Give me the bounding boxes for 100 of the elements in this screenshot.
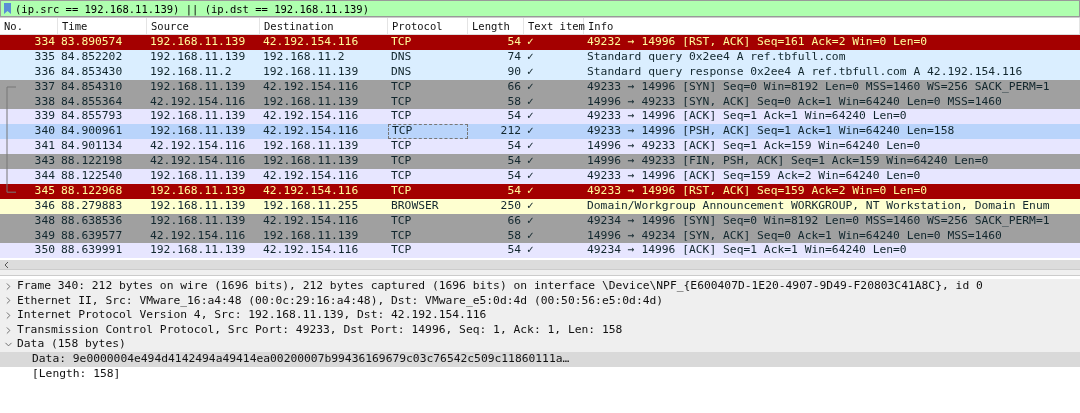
conversation-bracket-icon — [6, 86, 17, 193]
table-cell-text: 49233 → 14996 [RST, ACK] Seq=159 Ack=2 Win=0 Len=0 — [586, 183, 929, 199]
table-cell-text: 49233 → 14996 [ACK] Seq=1 Ack=1 Win=64240 Len=0 — [586, 109, 908, 125]
column-header[interactable]: Text item — [524, 18, 584, 34]
table-cell-text: 192.168.11.139 — [149, 198, 247, 214]
scroll-left-icon — [3, 260, 11, 269]
table-cell-text: 192.168.11.139 — [262, 154, 360, 170]
table-cell-text: ✓ — [526, 35, 535, 50]
table-cell-text: 84.853430 — [60, 64, 124, 80]
table-cell-text: 49233 → 14996 [ACK] Seq=159 Ack=2 Win=64240 Len=0 — [586, 169, 922, 184]
packet-row[interactable]: 340 84.900961 192.168.11.139 42.192.154.116 TCP 212 ✓ 49233 → 14996 [PSH, ACK] Seq=1 Ack=1 Win=64240 Len=158 — [0, 124, 1080, 140]
column-header[interactable]: Destination — [260, 18, 388, 34]
table-cell-text: ✓ — [526, 64, 535, 80]
table-cell-text: 192.168.11.139 — [262, 228, 360, 244]
table-cell-text: ✓ — [526, 198, 535, 214]
table-cell-text: Standard query 0x2ee4 A ref.tbfull.com — [586, 49, 847, 65]
table-cell-text: TCP — [390, 169, 413, 184]
table-cell-text: 343 — [33, 154, 56, 170]
table-cell-text: 88.122968 — [60, 183, 124, 199]
detail-tree-item[interactable]: Data (158 bytes) — [0, 337, 1080, 352]
table-cell-text: 192.168.11.255 — [262, 198, 360, 214]
table-cell-text: 192.168.11.139 — [149, 243, 247, 259]
table-cell-text: 66 — [506, 213, 522, 229]
table-cell-text: 14996 → 49233 [FIN, PSH, ACK] Seq=1 Ack=159 Win=64240 Len=0 — [586, 154, 990, 170]
table-cell-text: 42.192.154.116 — [262, 183, 360, 199]
column-header[interactable]: Source — [147, 18, 260, 34]
horizontal-scrollbar[interactable] — [0, 260, 1080, 269]
detail-tree-item[interactable]: Frame 340: 212 bytes on wire (1696 bits), 212 bytes captured (1696 bits) on interface \Device\NPF_{E600407D-1E20-4907-9D49-F20803C41A8C}, id 0 — [0, 279, 1080, 294]
table-cell-text: 348 — [33, 213, 56, 229]
table-cell-text: 54 — [506, 35, 522, 50]
pane-splitter[interactable] — [0, 269, 1080, 276]
table-cell-text: 346 — [33, 198, 56, 214]
table-cell-text: ✓ — [526, 94, 535, 110]
detail-tree-item[interactable]: Internet Protocol Version 4, Src: 192.168.11.139, Dst: 42.192.154.116 — [0, 308, 1080, 323]
table-cell-text: 83.890574 — [60, 35, 124, 50]
table-cell-text: 334 — [33, 35, 56, 50]
table-cell-text: BROWSER — [390, 198, 440, 214]
table-cell-text: DNS — [390, 49, 413, 65]
packet-row[interactable]: 339 84.855793 192.168.11.139 42.192.154.116 TCP 54 ✓ 49233 → 14996 [ACK] Seq=1 Ack=1 Win=64240 Len=0 — [0, 109, 1080, 125]
table-cell-text: TCP — [390, 228, 413, 244]
display-filter-field[interactable]: (ip.src == 192.168.11.139) || (ip.dst == 192.168.11.139) — [0, 0, 1080, 17]
table-cell-text: 74 — [506, 49, 522, 65]
table-cell-text: 66 — [506, 79, 522, 95]
table-cell-text: 250 — [499, 198, 522, 214]
table-cell-text: 192.168.11.2 — [149, 64, 233, 80]
table-cell-text: 88.122198 — [60, 154, 124, 170]
table-cell-text: TCP — [390, 154, 413, 170]
table-cell-text: 14996 → 49233 [ACK] Seq=1 Ack=159 Win=64240 Len=0 — [586, 139, 922, 155]
table-cell-text: ✓ — [526, 139, 535, 155]
table-cell-text: 49233 → 14996 [PSH, ACK] Seq=1 Ack=1 Win=64240 Len=158 — [586, 124, 956, 140]
table-cell-text: 42.192.154.116 — [149, 139, 247, 155]
table-cell-text: ✓ — [526, 169, 535, 184]
table-cell-text: 14996 → 49233 [SYN, ACK] Seq=0 Ack=1 Win=64240 Len=0 MSS=1460 — [586, 94, 1003, 110]
packet-row[interactable]: 334 83.890574 192.168.11.139 42.192.154.116 TCP 54 ✓ 49232 → 14996 [RST, ACK] Seq=161 Ack=2 Win=0 Len=0 — [0, 35, 1080, 50]
table-cell-text: 337 — [33, 79, 56, 95]
table-cell-text: 88.279883 — [60, 198, 124, 214]
table-cell-text: 192.168.11.2 — [262, 49, 346, 65]
table-cell-text: TCP — [390, 79, 413, 95]
table-cell-text: 341 — [33, 139, 56, 155]
table-cell-text: TCP — [390, 109, 413, 125]
table-cell-text: ✓ — [526, 183, 535, 199]
table-cell-text: 84.900961 — [60, 124, 124, 140]
table-cell-text: 42.192.154.116 — [262, 213, 360, 229]
table-cell-text: TCP — [390, 94, 413, 110]
column-header[interactable]: Info — [584, 18, 1080, 34]
table-cell-text: 350 — [33, 243, 56, 259]
table-cell-text: ✓ — [526, 79, 535, 95]
table-cell-text: DNS — [390, 64, 413, 80]
table-cell-text: 42.192.154.116 — [262, 35, 360, 50]
table-cell-text: ✓ — [526, 124, 535, 140]
column-header[interactable]: Protocol — [388, 18, 468, 34]
table-cell-text: 84.855364 — [60, 94, 124, 110]
table-cell-text: 192.168.11.139 — [149, 169, 247, 184]
column-header[interactable]: No. — [0, 18, 58, 34]
packet-row[interactable]: 341 84.901134 42.192.154.116 192.168.11.139 TCP 54 ✓ 14996 → 49233 [ACK] Seq=1 Ack=159 Win=64240 Len=0 — [0, 139, 1080, 155]
table-cell-text: 84.854310 — [60, 79, 124, 95]
table-cell-text: 42.192.154.116 — [149, 94, 247, 110]
table-cell-text: ✓ — [526, 228, 535, 244]
table-cell-text: Domain/Workgroup Announcement WORKGROUP, NT Workstation, Domain Enum — [586, 198, 1051, 214]
table-cell-text: 88.638536 — [60, 213, 124, 229]
packet-row[interactable]: 344 88.122540 192.168.11.139 42.192.154.116 TCP 54 ✓ 49233 → 14996 [ACK] Seq=159 Ack=2 Win=64240 Len=0 — [0, 169, 1080, 184]
table-cell-text: 42.192.154.116 — [149, 154, 247, 170]
column-header[interactable]: Length — [468, 18, 524, 34]
column-header[interactable]: Time — [58, 18, 147, 34]
table-cell-text: 192.168.11.139 — [262, 139, 360, 155]
table-cell-text: ✓ — [526, 154, 535, 170]
table-cell-text: 54 — [506, 109, 522, 125]
table-cell-text: 338 — [33, 94, 56, 110]
packet-row[interactable]: 343 88.122198 42.192.154.116 192.168.11.139 TCP 54 ✓ 14996 → 49233 [FIN, PSH, ACK] Seq=1 Ack=159 Win=64240 Len=0 — [0, 154, 1080, 169]
table-cell-text: 349 — [33, 228, 56, 244]
table-cell-text: ✓ — [526, 109, 535, 125]
table-cell-text: 49234 → 14996 [SYN] Seq=0 Win=8192 Len=0 MSS=1460 WS=256 SACK_PERM=1 — [586, 213, 1051, 229]
packet-row[interactable]: 350 88.639991 192.168.11.139 42.192.154.116 TCP 54 ✓ 49234 → 14996 [ACK] Seq=1 Ack=1 Win=64240 Len=0 — [0, 243, 1080, 259]
table-cell-text: 42.192.154.116 — [262, 243, 360, 259]
table-cell-text: 192.168.11.139 — [149, 35, 247, 50]
table-cell-text: 54 — [506, 139, 522, 155]
table-cell-text: TCP — [390, 35, 413, 50]
table-cell-text: 192.168.11.139 — [149, 79, 247, 95]
table-cell-text: ✓ — [526, 49, 535, 65]
table-cell-text: 344 — [33, 169, 56, 184]
